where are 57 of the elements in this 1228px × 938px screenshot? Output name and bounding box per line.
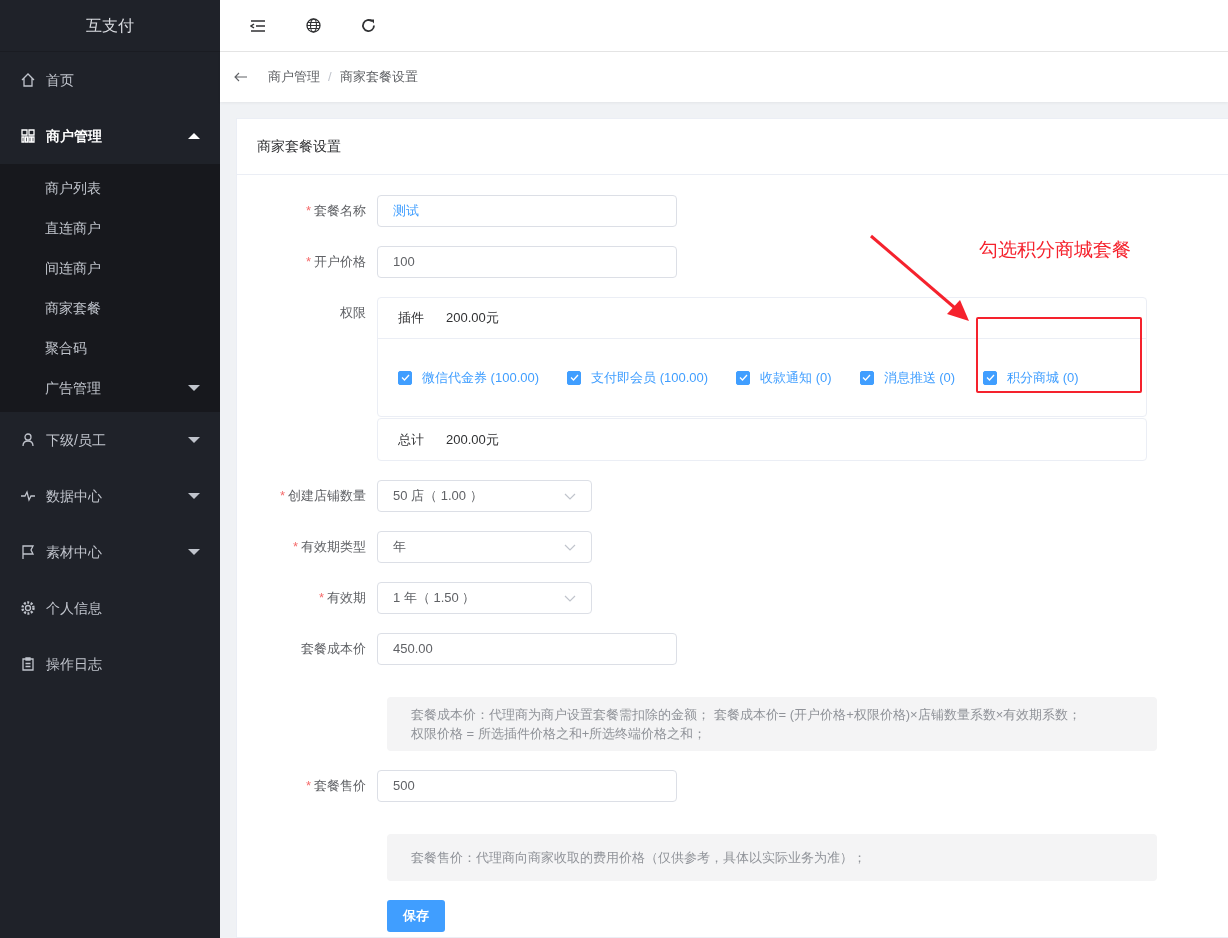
gear-icon: [20, 600, 36, 616]
globe-icon[interactable]: [306, 18, 321, 33]
menu-fold-icon[interactable]: [250, 18, 266, 33]
submenu-item[interactable]: 间连商户: [0, 248, 220, 288]
chevron-down-icon: [564, 543, 576, 551]
select-field[interactable]: 1 年（ 1.50 ）: [377, 582, 592, 614]
field-label: * 套餐售价: [305, 778, 366, 793]
flag-icon: [20, 544, 36, 560]
home-icon: [20, 72, 36, 88]
plugin-label: 插件: [398, 309, 424, 328]
plugin-amount: 200.00元: [446, 309, 499, 328]
checkbox[interactable]: [859, 370, 874, 385]
sidebar-item[interactable]: 素材中心: [0, 524, 220, 580]
hint-note: 套餐成本价：代理商为商户设置套餐需扣除的金额； 套餐成本价= (开户价格+权限价格)×店铺数量系数×有效期系数； 权限价格 = 所选插件价格之和+所选终端价格之和；: [387, 697, 1157, 751]
field-label: * 创建店铺数量: [279, 488, 366, 503]
breadcrumb-separator: /: [328, 68, 332, 87]
sidebar-item[interactable]: 商户管理: [0, 108, 220, 164]
breadcrumb-link[interactable]: 商户管理: [268, 67, 320, 87]
field-label: * 套餐名称: [305, 203, 366, 218]
card-title: 商家套餐设置: [257, 137, 341, 156]
pulse-icon: [20, 488, 36, 504]
checkbox[interactable]: [567, 370, 582, 385]
annotation-arrow-icon: [869, 234, 971, 322]
total-amount: 200.00元: [446, 430, 499, 449]
input-field[interactable]: 450.00: [377, 633, 677, 665]
select-field[interactable]: 50 店（ 1.00 ）: [377, 480, 592, 512]
refresh-icon[interactable]: [361, 18, 376, 33]
field-label: * 有效期类型: [292, 539, 366, 554]
checkbox[interactable]: [398, 370, 412, 385]
field-label: 权限: [340, 305, 366, 320]
field-label: * 有效期: [318, 590, 366, 605]
sidebar-item[interactable]: 个人信息: [0, 580, 220, 636]
sidebar-item[interactable]: 下级/员工: [0, 412, 220, 468]
input-field[interactable]: 500: [377, 770, 677, 802]
clipboard-icon: [20, 656, 36, 672]
grid-icon: [20, 128, 36, 144]
back-arrow-icon[interactable]: [234, 72, 248, 82]
annotation-text: 勾选积分商城套餐: [979, 238, 1131, 262]
submenu-item[interactable]: 广告管理: [0, 368, 220, 408]
field-label: * 开户价格: [305, 254, 366, 269]
sidebar-item[interactable]: 首页: [0, 52, 220, 108]
input-field[interactable]: 100: [377, 246, 677, 278]
select-field[interactable]: 年: [377, 531, 592, 563]
checkbox[interactable]: [736, 370, 751, 385]
sidebar-item[interactable]: 操作日志: [0, 636, 220, 692]
submenu-item[interactable]: 商户列表: [0, 168, 220, 208]
submenu-item[interactable]: 商家套餐: [0, 288, 220, 328]
person-icon: [20, 432, 36, 448]
submenu-item[interactable]: 聚合码: [0, 328, 220, 368]
chevron-down-icon: [564, 594, 576, 602]
checkbox[interactable]: [983, 370, 998, 385]
hint-note: 套餐售价：代理商向商家收取的费用价格（仅供参考，具体以实际业务为准）；: [387, 834, 1157, 881]
submenu-item[interactable]: 直连商户: [0, 208, 220, 248]
sidebar-item[interactable]: 数据中心: [0, 468, 220, 524]
chevron-down-icon: [564, 492, 576, 500]
total-label: 总计: [398, 430, 424, 449]
field-label: 套餐成本价: [301, 641, 366, 656]
